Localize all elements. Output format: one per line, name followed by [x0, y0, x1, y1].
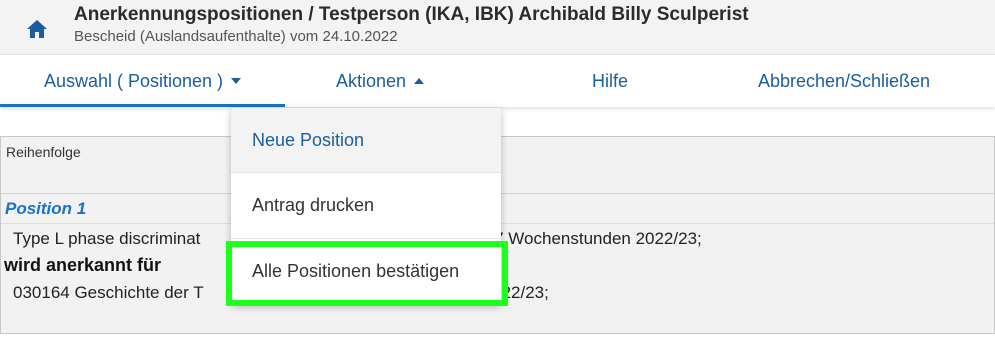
nav-auswahl-positionen[interactable]: Auswahl ( Positionen ) [0, 55, 285, 107]
position-heading[interactable]: Position 1 [5, 199, 86, 219]
nav-abbrechen-label: Abbrechen/Schließen [757, 70, 931, 91]
nav-active-indicator [0, 104, 285, 107]
nav-aktionen[interactable]: Aktionen [285, 55, 475, 107]
page-header: Anerkennungspositionen / Testperson (IKA… [0, 0, 995, 55]
recognized-for-label: wird anerkannt für [4, 255, 162, 275]
chevron-down-icon [231, 78, 242, 84]
chevron-up-icon [414, 78, 425, 84]
recognized-text-right: 22/23; [501, 283, 549, 302]
menu-item-neue-position[interactable]: Neue Position [231, 108, 501, 172]
nav-auswahl-label: Auswahl ( Positionen ) [43, 70, 224, 91]
nav-hilfe[interactable]: Hilfe [560, 55, 660, 107]
aktionen-dropdown-menu: Neue Position Antrag drucken Alle Positi… [231, 108, 501, 305]
page-title: Anerkennungspositionen / Testperson (IKA… [74, 4, 749, 25]
page-subtitle: Bescheid (Auslandsaufenthalte) vom 24.10… [74, 28, 398, 45]
nav-hilfe-label: Hilfe [591, 70, 628, 91]
nav-aktionen-label: Aktionen [335, 70, 407, 91]
main-nav: Auswahl ( Positionen ) Aktionen Hilfe Ab… [0, 55, 995, 107]
course-text-left: Type L phase discriminat [13, 229, 201, 248]
home-icon[interactable] [24, 16, 50, 42]
menu-item-alle-positionen-bestaetigen[interactable]: Alle Positionen bestätigen [231, 239, 501, 303]
recognized-text-left: 030164 Geschichte der T [13, 283, 204, 302]
reihenfolge-label: Reihenfolge [6, 144, 81, 160]
menu-item-antrag-drucken[interactable]: Antrag drucken [231, 173, 501, 237]
nav-abbrechen-schliessen[interactable]: Abbrechen/Schließen [730, 55, 958, 107]
